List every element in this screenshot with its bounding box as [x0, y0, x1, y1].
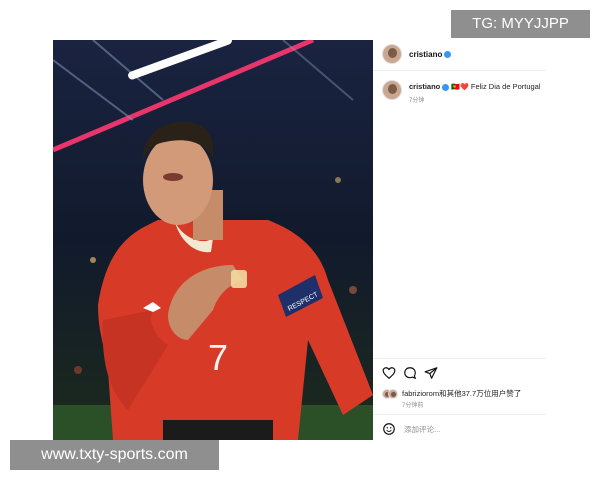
site-watermark: www.txty-sports.com: [10, 440, 219, 470]
liker-avatar[interactable]: [388, 389, 398, 399]
author-avatar[interactable]: [382, 44, 402, 64]
likes-summary[interactable]: fabriziorom和其他37.7万位用户赞了: [402, 388, 521, 399]
header-username-text[interactable]: cristiano: [409, 50, 442, 59]
likes-time: 7分钟前: [402, 403, 424, 409]
header-divider: [373, 70, 546, 71]
player-photo-illustration: 7 RESPECT: [53, 40, 373, 440]
post-caption: cristiano 🇵🇹❤️ Feliz Dia de Portugal: [409, 82, 541, 91]
caption-text: Feliz Dia de Portugal: [470, 82, 541, 91]
comment-input[interactable]: 添加评论...: [404, 424, 440, 435]
jersey-number: 7: [208, 337, 228, 378]
instagram-post: 7 RESPECT cristiano cristiano 🇵🇹❤️ Feliz…: [53, 40, 546, 440]
caption-username[interactable]: cristiano: [409, 82, 440, 91]
tg-badge: TG: MYYJJPP: [451, 10, 590, 38]
comment-divider: [373, 414, 546, 415]
actions-divider: [373, 358, 546, 359]
comment-bar: 添加评论...: [373, 418, 546, 440]
post-sidebar: cristiano cristiano 🇵🇹❤️ Feliz Dia de Po…: [373, 40, 546, 440]
emoji-smile-icon[interactable]: [382, 422, 396, 436]
share-icon[interactable]: [424, 366, 438, 380]
verified-badge-icon: [442, 83, 450, 91]
post-photo[interactable]: 7 RESPECT: [53, 40, 373, 440]
caption-emoji: 🇵🇹❤️: [451, 84, 469, 91]
comment-icon[interactable]: [403, 366, 417, 380]
caption-avatar[interactable]: [382, 80, 402, 100]
verified-badge-icon: [444, 51, 452, 59]
caption-time: 7分钟: [409, 98, 425, 104]
post-header: cristiano: [373, 40, 546, 68]
portugal-crest: [231, 270, 247, 288]
author-username[interactable]: cristiano: [409, 50, 452, 59]
heart-icon[interactable]: [382, 366, 396, 380]
